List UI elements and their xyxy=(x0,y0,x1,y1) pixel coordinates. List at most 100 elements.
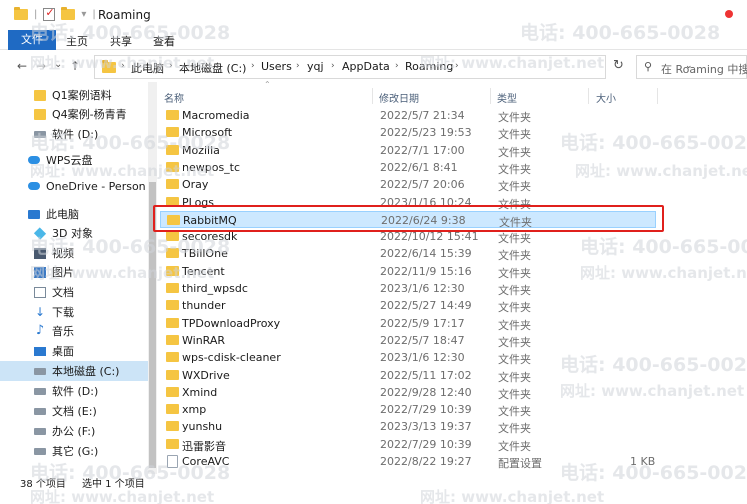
file-modified: 2022/6/24 9:38 xyxy=(381,213,466,227)
file-type: 文件夹 xyxy=(498,232,531,246)
file-row[interactable]: TPDownloadProxy 2022/5/9 17:17 文件夹 xyxy=(160,315,656,332)
file-type: 文件夹 xyxy=(498,439,531,453)
drive-icon xyxy=(34,367,46,375)
address-bar[interactable]: › 此电脑 › 本地磁盘 (C:) › Users › yqj › AppDat… xyxy=(94,55,693,79)
file-row[interactable]: wps-cdisk-cleaner 2023/1/6 12:30 文件夹 xyxy=(160,349,656,366)
sidebar-item-local-disk-c[interactable]: 本地磁盘 (C:) xyxy=(0,361,148,381)
chevron-right-icon[interactable]: › xyxy=(395,61,399,71)
sidebar-item-drive-d[interactable]: 软件 (D:) xyxy=(0,381,148,401)
folder-icon xyxy=(166,265,179,276)
file-modified: 2022/5/7 20:06 xyxy=(380,178,465,192)
file-modified: 2022/5/7 18:47 xyxy=(380,333,465,347)
sidebar-item-downloads[interactable]: ↓ 下载 xyxy=(0,302,148,322)
sidebar-item-label: 视频 xyxy=(52,247,74,260)
sidebar-item-drive-d-pinned[interactable]: 软件 (D:) xyxy=(0,124,148,144)
file-row[interactable]: Microsoft 2022/5/23 19:53 文件夹 xyxy=(160,124,656,141)
desktop-icon xyxy=(34,346,46,356)
file-row[interactable]: PLogs 2023/1/16 10:24 文件夹 xyxy=(160,194,656,211)
new-folder-icon[interactable] xyxy=(61,7,76,20)
sidebar-item-q4[interactable]: Q4案例-杨青青 xyxy=(0,104,148,124)
breadcrumb-roaming[interactable]: Roaming xyxy=(405,60,453,73)
tab-home[interactable]: 主页 xyxy=(66,33,88,49)
file-row[interactable]: CoreAVC 2022/8/22 19:27 配置设置 1 KB xyxy=(160,453,656,470)
recent-locations-button[interactable]: ⌄ xyxy=(54,59,62,70)
video-icon xyxy=(34,247,46,259)
file-modified: 2022/5/23 19:53 xyxy=(380,126,472,140)
sidebar-item-videos[interactable]: 视频 xyxy=(0,243,148,263)
sidebar-item-pictures[interactable]: 图片 xyxy=(0,262,148,282)
file-row[interactable]: Xmind 2022/9/28 12:40 文件夹 xyxy=(160,384,656,401)
file-row[interactable]: Oray 2022/5/7 20:06 文件夹 xyxy=(160,176,656,193)
file-row[interactable]: WXDrive 2022/5/11 17:02 文件夹 xyxy=(160,367,656,384)
properties-icon[interactable] xyxy=(43,6,56,21)
file-row[interactable]: Tencent 2022/11/9 15:16 文件夹 xyxy=(160,263,656,280)
chevron-right-icon[interactable]: › xyxy=(169,61,173,71)
back-button[interactable]: ← xyxy=(17,59,27,73)
breadcrumb-appdata[interactable]: AppData xyxy=(342,60,390,73)
navigation-scrollbar[interactable] xyxy=(148,82,157,474)
chevron-right-icon[interactable]: › xyxy=(121,61,125,71)
chevron-right-icon[interactable]: › xyxy=(455,61,459,71)
file-row[interactable]: newpos_tc 2022/6/1 8:41 文件夹 xyxy=(160,159,656,176)
chevron-right-icon[interactable]: › xyxy=(251,61,255,71)
up-button[interactable]: ↑ xyxy=(70,59,80,73)
file-type: 文件夹 xyxy=(498,180,531,194)
file-row[interactable]: WinRAR 2022/5/7 18:47 文件夹 xyxy=(160,332,656,349)
sidebar-item-label: 文档 xyxy=(52,286,74,299)
file-type: 文件夹 xyxy=(498,111,531,124)
sidebar-item-label: 图片 xyxy=(52,266,74,279)
sidebar-item-label: OneDrive - Person xyxy=(46,179,146,193)
file-name: newpos_tc xyxy=(182,160,241,174)
sidebar-item-desktop[interactable]: 桌面 xyxy=(0,341,148,361)
column-header-name[interactable]: 名称 xyxy=(164,90,184,105)
navigation-pane: Q1案例语料 Q4案例-杨青青 软件 (D:) WPS云盘 OneDrive -… xyxy=(0,82,148,474)
breadcrumb-this-pc[interactable]: 此电脑 xyxy=(131,60,164,76)
breadcrumb-yqj[interactable]: yqj xyxy=(307,60,324,73)
sidebar-item-drive-g[interactable]: 其它 (G:) xyxy=(0,441,148,461)
forward-button[interactable]: → xyxy=(36,59,46,73)
breadcrumb-users[interactable]: Users xyxy=(261,60,292,73)
chevron-right-icon[interactable]: › xyxy=(296,61,300,71)
sidebar-item-documents[interactable]: 文档 xyxy=(0,282,148,302)
file-row[interactable]: xmp 2022/7/29 10:39 文件夹 xyxy=(160,401,656,418)
sidebar-item-3d-objects[interactable]: 3D 对象 xyxy=(0,223,148,243)
file-modified: 2023/1/6 12:30 xyxy=(380,351,465,365)
file-type: 文件夹 xyxy=(498,318,531,332)
file-row[interactable]: 迅雷影音 2022/7/29 10:39 文件夹 xyxy=(160,436,656,453)
search-input[interactable]: ⚲ 在 Roaming 中搜 xyxy=(636,55,747,79)
file-row[interactable]: third_wpsdc 2023/1/6 12:30 文件夹 xyxy=(160,280,656,297)
folder-icon[interactable] xyxy=(14,7,28,20)
sidebar-item-drive-f[interactable]: 办公 (F:) xyxy=(0,421,148,441)
breadcrumb-local-disk-c[interactable]: 本地磁盘 (C:) xyxy=(179,60,246,76)
file-row[interactable]: RabbitMQ 2022/6/24 9:38 文件夹 xyxy=(160,210,656,229)
file-name: Microsoft xyxy=(182,126,233,140)
sidebar-item-q1[interactable]: Q1案例语料 xyxy=(0,85,148,105)
folder-icon xyxy=(166,352,179,363)
tab-view[interactable]: 查看 xyxy=(153,33,175,49)
file-modified: 2022/10/12 15:41 xyxy=(380,230,479,244)
column-header-type[interactable]: 类型 xyxy=(497,90,517,105)
file-type: 文件夹 xyxy=(498,284,531,297)
tab-share[interactable]: 共享 xyxy=(110,33,132,49)
file-row[interactable]: secoresdk 2022/10/12 15:41 文件夹 xyxy=(160,228,656,245)
chevron-right-icon[interactable]: › xyxy=(331,61,335,71)
drive-icon xyxy=(34,407,46,415)
tab-file[interactable]: 文件 xyxy=(8,30,56,50)
file-row[interactable]: thunder 2022/5/27 14:49 文件夹 xyxy=(160,297,656,314)
file-row[interactable]: yunshu 2023/3/13 19:37 文件夹 xyxy=(160,418,656,435)
column-header-size[interactable]: 大小 xyxy=(596,90,616,105)
column-header-modified[interactable]: 修改日期 xyxy=(379,90,419,105)
file-row[interactable]: TBillOne 2022/6/14 15:39 文件夹 xyxy=(160,245,656,262)
sidebar-item-wps-cloud[interactable]: WPS云盘 xyxy=(0,150,148,170)
sidebar-item-music[interactable]: ♪ 音乐 xyxy=(0,321,148,341)
scrollbar-thumb[interactable] xyxy=(149,182,156,468)
sidebar-item-drive-e[interactable]: 文档 (E:) xyxy=(0,401,148,421)
refresh-button[interactable]: ↻ xyxy=(613,58,624,73)
sidebar-item-this-pc[interactable]: 此电脑 xyxy=(0,204,148,224)
file-row[interactable]: Mozilla 2022/7/1 17:00 文件夹 xyxy=(160,142,656,159)
address-row: ← → ⌄ ↑ › 此电脑 › 本地磁盘 (C:) › Users › yqj … xyxy=(0,54,747,80)
sidebar-item-onedrive[interactable]: OneDrive - Person xyxy=(0,176,148,196)
file-row[interactable]: Macromedia 2022/5/7 21:34 文件夹 xyxy=(160,107,656,124)
customize-toolbar-icon[interactable]: ▾ xyxy=(81,9,86,20)
file-type: 文件夹 xyxy=(498,422,531,436)
